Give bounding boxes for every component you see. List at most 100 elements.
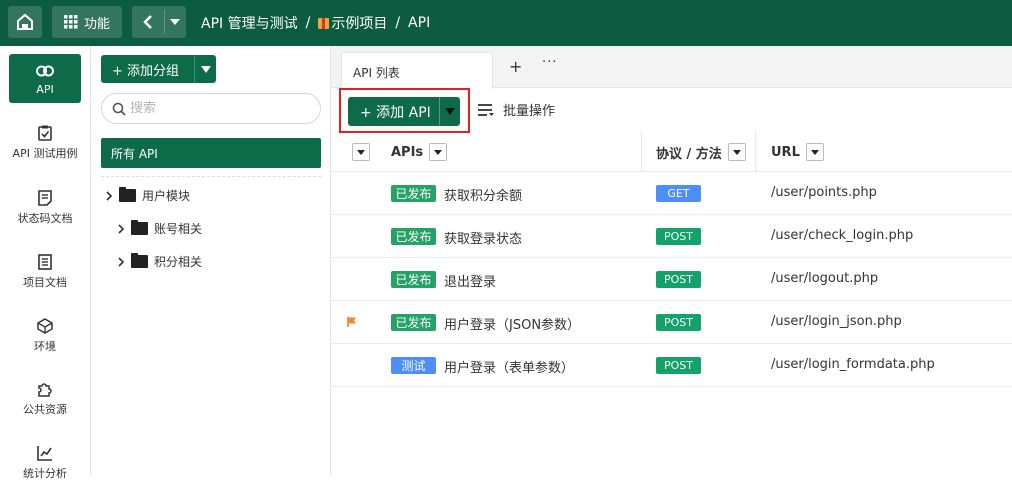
status-badge: 测试 [391, 357, 436, 374]
caret-down-icon [810, 149, 819, 155]
table-header: APIs 协议 / 方法 URL [331, 132, 1012, 172]
grid-icon [63, 15, 78, 29]
table-row[interactable]: 已发布 退出登录 POST /user/logout.php [331, 258, 1012, 301]
add-api-button[interactable]: + 添加 API [348, 97, 460, 126]
api-url: /user/points.php [771, 185, 877, 200]
cube-icon [36, 317, 54, 335]
tab-api-list[interactable]: API 列表 [341, 52, 493, 89]
folder-icon [131, 220, 148, 235]
all-api-item[interactable]: 所有 API [101, 138, 321, 168]
home-icon [17, 13, 33, 30]
back-button[interactable] [132, 6, 186, 38]
add-api-label: + 添加 API [360, 104, 431, 121]
rail-item-statistics[interactable]: 统计分析 [0, 444, 90, 481]
column-header-apis: APIs [391, 132, 448, 172]
chart-icon [36, 444, 54, 462]
rail-item-label: 公共资源 [23, 403, 67, 416]
folder-icon [119, 187, 136, 202]
method-badge: POST [656, 228, 701, 245]
add-group-label: + 添加分组 [101, 60, 194, 79]
tree-item-label: 账号相关 [154, 222, 203, 236]
tab-strip: API 列表 + ··· [331, 46, 1012, 89]
status-badge: 已发布 [391, 185, 436, 202]
plus-icon: + [112, 63, 128, 79]
divider [101, 176, 321, 177]
rail-item-label: 统计分析 [23, 467, 67, 480]
chevron-right-icon[interactable] [105, 190, 113, 201]
api-name[interactable]: 获取积分余额 [444, 185, 522, 204]
api-name[interactable]: 用户登录（JSON参数） [444, 314, 580, 333]
caret-down-icon [445, 108, 455, 115]
new-tab-button[interactable]: + [509, 57, 522, 76]
rail-item-environment[interactable]: 环境 [0, 317, 90, 354]
flag-icon[interactable] [346, 316, 358, 328]
chevron-right-icon[interactable] [117, 223, 125, 234]
api-url: /user/login_formdata.php [771, 357, 935, 372]
history-dropdown-icon[interactable] [170, 19, 180, 25]
caret-down-icon [200, 65, 211, 73]
batch-operation-label: 批量操作 [503, 104, 556, 119]
add-group-text: 添加分组 [127, 63, 180, 79]
folder-icon [131, 253, 148, 268]
tree-item-account[interactable]: 账号相关 [117, 220, 202, 237]
api-name[interactable]: 获取登录状态 [444, 228, 522, 247]
column-filter-dropdown[interactable] [727, 143, 746, 161]
search-icon [112, 102, 126, 116]
document-icon [36, 189, 54, 207]
tree-item-user-module[interactable]: 用户模块 [105, 187, 190, 204]
breadcrumb-separator: / [305, 15, 311, 31]
group-search [101, 93, 321, 124]
column-header-url: URL [771, 132, 824, 172]
breadcrumb-item-api-management[interactable]: API 管理与测试 [201, 13, 298, 33]
breadcrumb-item-api: API [408, 15, 431, 31]
table-row[interactable]: 已发布 获取登录状态 POST /user/check_login.php [331, 215, 1012, 258]
function-menu-label: 功能 [83, 16, 110, 32]
api-url: /user/login_json.php [771, 314, 902, 329]
method-badge: GET [656, 185, 701, 202]
column-filter-dropdown[interactable] [429, 143, 448, 161]
left-nav-rail: API API 测试用例 状态码文档 项目文档 环境 公共资源 统计分析 [0, 46, 91, 480]
add-group-dropdown[interactable] [194, 55, 216, 83]
status-badge: 已发布 [391, 314, 436, 331]
rail-item-test-cases[interactable]: API 测试用例 [0, 124, 90, 161]
status-badge: 已发布 [391, 228, 436, 245]
rail-item-project-docs[interactable]: 项目文档 [0, 253, 90, 290]
rail-item-label: API 测试用例 [12, 147, 78, 160]
column-header-method: 协议 / 方法 [656, 132, 746, 172]
breadcrumb: API 管理与测试 / 示例项目 / API [201, 13, 430, 33]
caret-down-icon [352, 143, 370, 161]
add-api-dropdown[interactable] [439, 97, 460, 126]
column-filter-dropdown[interactable] [805, 143, 824, 161]
chevron-left-icon [143, 15, 152, 29]
breadcrumb-item-project[interactable]: 示例项目 [331, 13, 387, 33]
table-row[interactable]: 已发布 用户登录（JSON参数） POST /user/login_json.p… [331, 301, 1012, 344]
batch-operation-button[interactable]: 批量操作 [477, 100, 555, 119]
top-bar: 功能 API 管理与测试 / 示例项目 / API [0, 0, 1012, 46]
clipboard-check-icon [36, 124, 54, 142]
api-url: /user/check_login.php [771, 228, 914, 243]
rail-item-common-resources[interactable]: 公共资源 [0, 380, 90, 417]
rail-item-api[interactable]: API [9, 54, 81, 103]
gift-icon [318, 17, 330, 29]
tab-label: API 列表 [353, 66, 400, 80]
add-group-button[interactable]: + 添加分组 [101, 55, 216, 83]
list-document-icon [36, 253, 54, 271]
search-input[interactable] [130, 101, 300, 116]
home-button[interactable] [8, 6, 42, 38]
list-filter-icon [478, 103, 494, 116]
api-name[interactable]: 用户登录（表单参数） [444, 357, 574, 376]
select-all-dropdown[interactable] [352, 132, 370, 172]
api-url: /user/logout.php [771, 271, 879, 286]
rail-item-status-codes[interactable]: 状态码文档 [0, 189, 90, 226]
group-panel: + 添加分组 所有 API 用户模块 账号相关 积分相关 [91, 46, 331, 475]
function-menu-button[interactable]: 功能 [52, 6, 122, 38]
table-row[interactable]: 测试 用户登录（表单参数） POST /user/login_formdata.… [331, 344, 1012, 387]
column-label: APIs [391, 144, 424, 160]
table-row[interactable]: 已发布 获取积分余额 GET /user/points.php [331, 172, 1012, 215]
tree-item-points[interactable]: 积分相关 [117, 253, 202, 270]
more-tabs-button[interactable]: ··· [542, 55, 557, 70]
chevron-right-icon[interactable] [117, 256, 125, 267]
caret-down-icon [434, 149, 443, 155]
method-badge: POST [656, 314, 701, 331]
api-name[interactable]: 退出登录 [444, 271, 496, 290]
